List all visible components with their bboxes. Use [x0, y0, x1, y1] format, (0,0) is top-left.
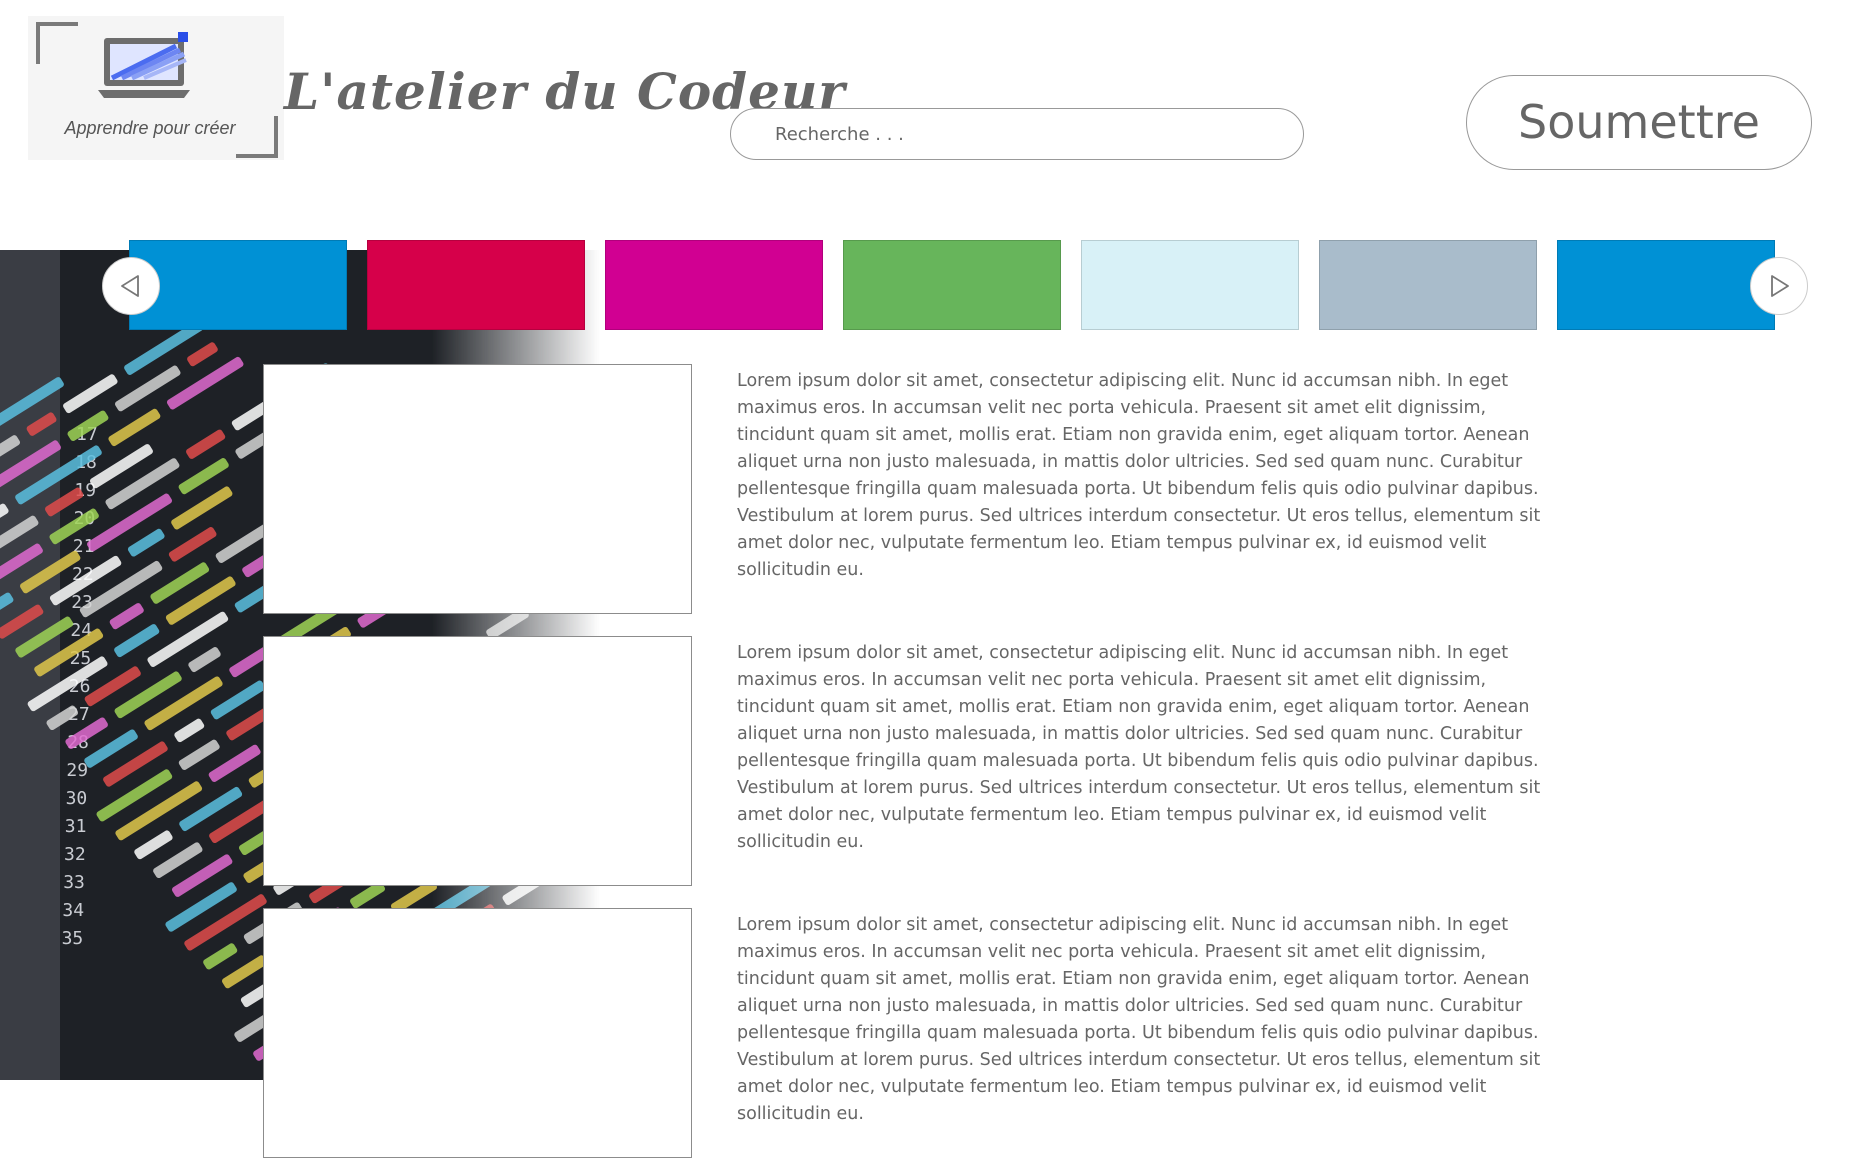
line-number: 29	[66, 760, 88, 781]
line-number: 34	[62, 900, 84, 921]
triangle-left-icon	[121, 275, 139, 297]
submit-button[interactable]: Soumettre	[1466, 75, 1812, 170]
article-thumbnail-1[interactable]	[263, 364, 692, 614]
line-number: 32	[64, 844, 86, 865]
category-tile-2[interactable]	[367, 240, 585, 330]
logo-frame-corner-top-left	[36, 22, 78, 64]
category-tile-5[interactable]	[1081, 240, 1299, 330]
line-number: 35	[62, 928, 84, 949]
article-text-1: Lorem ipsum dolor sit amet, consectetur …	[737, 371, 1541, 580]
carousel-next-button[interactable]	[1750, 257, 1808, 315]
category-tile-4[interactable]	[843, 240, 1061, 330]
triangle-right-icon	[1771, 275, 1789, 297]
line-number: 30	[66, 788, 88, 809]
article-text-3: Lorem ipsum dolor sit amet, consectetur …	[737, 915, 1541, 1124]
line-number: 31	[65, 816, 87, 837]
category-tile-3[interactable]	[605, 240, 823, 330]
carousel-prev-button[interactable]	[102, 257, 160, 315]
article-thumbnail-2[interactable]	[263, 636, 692, 886]
article-text-2: Lorem ipsum dolor sit amet, consectetur …	[737, 643, 1541, 852]
search-input[interactable]	[730, 108, 1304, 160]
article-thumbnail-3[interactable]	[263, 908, 692, 1158]
logo-tagline: Apprendre pour créer	[64, 118, 236, 138]
line-number: 33	[63, 872, 85, 893]
category-tile-7[interactable]	[1557, 240, 1775, 330]
category-tile-6[interactable]	[1319, 240, 1537, 330]
category-tile-1[interactable]	[129, 240, 347, 330]
category-carousel	[0, 240, 1850, 330]
laptop-code-icon	[98, 32, 190, 98]
